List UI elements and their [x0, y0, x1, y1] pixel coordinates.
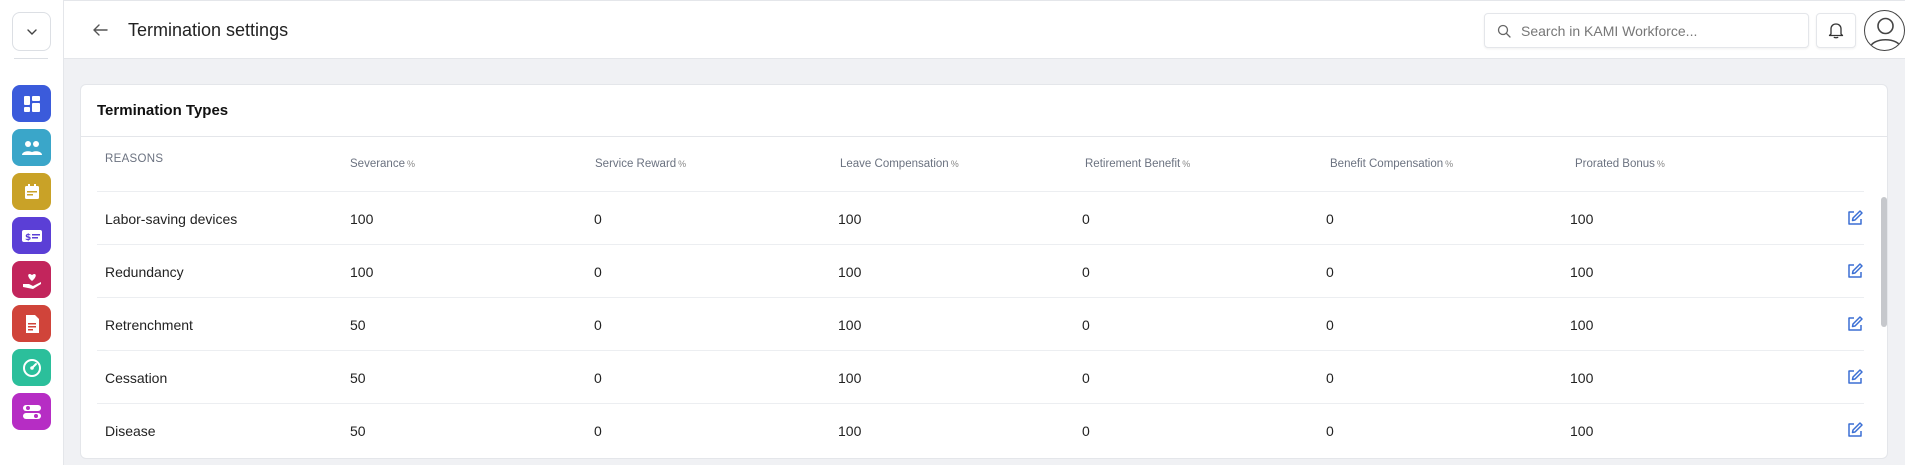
cell-leave-compensation: 100 [838, 211, 862, 227]
app-people-button[interactable] [12, 129, 51, 166]
app-settings-button[interactable] [12, 393, 51, 430]
cell-reason: Redundancy [105, 264, 184, 280]
search-input[interactable] [1521, 14, 1801, 47]
performance-gauge-icon [22, 358, 41, 377]
cell-severance: 50 [350, 423, 366, 439]
cell-retirement-benefit: 0 [1082, 264, 1090, 280]
cell-benefit-compensation: 0 [1326, 317, 1334, 333]
arrow-left-icon [93, 24, 108, 36]
table-row: Redundancy 100 0 100 0 0 100 [97, 244, 1864, 297]
app-payroll-button[interactable]: $ [12, 217, 51, 254]
cell-leave-compensation: 100 [838, 264, 862, 280]
table-row: Labor-saving devices 100 0 100 0 0 100 [97, 191, 1864, 244]
edit-icon [1848, 316, 1863, 331]
app-sidebar: $ [0, 0, 64, 465]
card-title: Termination Types [97, 102, 229, 119]
cell-prorated-bonus: 100 [1570, 264, 1594, 280]
user-avatar-icon [1869, 17, 1902, 49]
bell-icon [1828, 23, 1844, 39]
app-documents-button[interactable] [12, 305, 51, 342]
cell-severance: 100 [350, 211, 374, 227]
back-button[interactable] [88, 19, 112, 41]
cell-prorated-bonus: 100 [1570, 370, 1594, 386]
column-header-benefit-compensation: Benefit Compensation% [1330, 158, 1454, 170]
edit-icon [1848, 210, 1863, 225]
page-title: Termination settings [128, 20, 289, 40]
calendar-icon [24, 183, 39, 199]
benefits-heart-icon [22, 273, 41, 289]
cell-severance: 100 [350, 264, 374, 280]
app-dashboard-button[interactable] [12, 85, 51, 122]
notifications-button[interactable] [1816, 13, 1856, 48]
column-header-reasons: REASONS [105, 153, 164, 165]
search-icon [1497, 24, 1511, 38]
table-row: Disease 50 0 100 0 0 100 [97, 403, 1864, 456]
cell-prorated-bonus: 100 [1570, 423, 1594, 439]
table-row: Cessation 50 0 100 0 0 100 [97, 350, 1864, 403]
column-header-severance: Severance% [350, 158, 415, 170]
cell-service-reward: 0 [594, 211, 602, 227]
cell-benefit-compensation: 0 [1326, 211, 1334, 227]
sidebar-divider [14, 58, 48, 59]
table-scrollbar[interactable] [1881, 197, 1887, 327]
column-header-retirement-benefit: Retirement Benefit% [1085, 158, 1191, 170]
cell-service-reward: 0 [594, 423, 602, 439]
cell-retirement-benefit: 0 [1082, 211, 1090, 227]
svg-text:$: $ [25, 233, 31, 243]
cell-reason: Cessation [105, 370, 168, 386]
column-header-leave-compensation: Leave Compensation% [840, 158, 959, 170]
termination-types-card: Termination Types REASONS Severance% Ser… [80, 84, 1888, 459]
cell-leave-compensation: 100 [838, 423, 862, 439]
user-avatar-button[interactable] [1864, 10, 1905, 51]
edit-button[interactable] [1843, 259, 1867, 283]
card-divider [81, 136, 1887, 137]
cell-benefit-compensation: 0 [1326, 264, 1334, 280]
sidebar-toggle-button[interactable] [12, 12, 51, 51]
table-row: Retrenchment 50 0 100 0 0 100 [97, 297, 1864, 350]
cell-retirement-benefit: 0 [1082, 423, 1090, 439]
edit-icon [1848, 422, 1863, 437]
cell-severance: 50 [350, 317, 366, 333]
app-calendar-button[interactable] [12, 173, 51, 210]
payroll-icon: $ [21, 229, 42, 243]
cell-service-reward: 0 [594, 264, 602, 280]
cell-reason: Labor-saving devices [105, 211, 238, 227]
cell-leave-compensation: 100 [838, 317, 862, 333]
people-icon [21, 140, 42, 155]
cell-retirement-benefit: 0 [1082, 317, 1090, 333]
cell-reason: Retrenchment [105, 317, 193, 333]
cell-service-reward: 0 [594, 370, 602, 386]
app-performance-button[interactable] [12, 349, 51, 386]
dashboard-icon [23, 95, 40, 112]
cell-prorated-bonus: 100 [1570, 317, 1594, 333]
edit-icon [1848, 369, 1863, 384]
edit-button[interactable] [1843, 312, 1867, 336]
column-header-service-reward: Service Reward% [595, 158, 687, 170]
edit-button[interactable] [1843, 365, 1867, 389]
cell-prorated-bonus: 100 [1570, 211, 1594, 227]
cell-retirement-benefit: 0 [1082, 370, 1090, 386]
settings-toggle-icon [22, 404, 41, 419]
cell-leave-compensation: 100 [838, 370, 862, 386]
cell-benefit-compensation: 0 [1326, 423, 1334, 439]
global-search[interactable] [1484, 13, 1809, 48]
edit-icon [1848, 263, 1863, 278]
edit-button[interactable] [1843, 206, 1867, 230]
app-benefits-button[interactable] [12, 261, 51, 298]
cell-benefit-compensation: 0 [1326, 370, 1334, 386]
cell-service-reward: 0 [594, 317, 602, 333]
edit-button[interactable] [1843, 418, 1867, 442]
cell-reason: Disease [105, 423, 156, 439]
cell-severance: 50 [350, 370, 366, 386]
document-icon [25, 314, 39, 333]
chevron-down-icon [26, 28, 37, 35]
column-header-prorated-bonus: Prorated Bonus% [1575, 158, 1665, 170]
top-bar: Termination settings [64, 0, 1905, 59]
